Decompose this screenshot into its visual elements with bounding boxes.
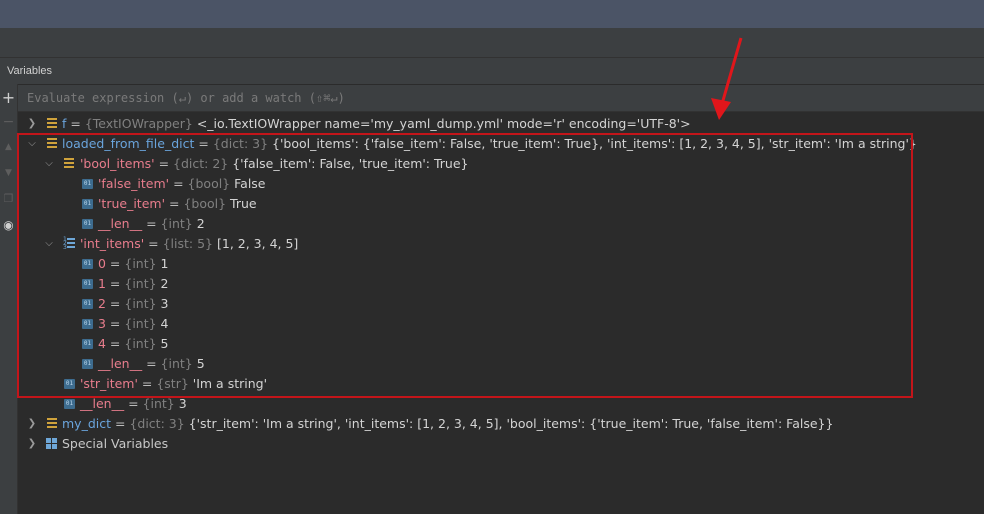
annotation-arrow-icon <box>711 37 743 120</box>
object-icon <box>47 118 57 129</box>
var-type: {dict: 3} <box>129 416 185 431</box>
var-type: {int} <box>142 396 175 411</box>
var-name: my_dict <box>62 416 112 431</box>
eye-icon[interactable]: ◉ <box>0 218 17 232</box>
special-variables-icon <box>46 438 57 449</box>
tree-row-special-variables[interactable]: ❯ Special Variables <box>18 434 978 454</box>
var-value: 3 <box>174 396 187 411</box>
debug-toolbar <box>0 29 984 58</box>
dict-icon <box>47 418 57 429</box>
copy-icon[interactable]: ❐ <box>0 192 17 205</box>
evaluate-placeholder: Evaluate expression (↵) or add a watch (… <box>27 91 345 105</box>
highlight-annotation-box <box>17 133 913 398</box>
down-icon[interactable]: ▼ <box>0 168 17 178</box>
var-name: Special Variables <box>62 436 169 451</box>
title-bar <box>0 0 984 29</box>
chevron-right-icon[interactable]: ❯ <box>26 114 38 134</box>
var-value: {'str_item': 'Im a string', 'int_items':… <box>184 416 834 431</box>
chevron-right-icon[interactable]: ❯ <box>26 434 38 454</box>
var-type: {TextIOWrapper} <box>84 116 193 131</box>
tree-row-my-dict[interactable]: ❯ my_dict = {dict: 3} {'str_item': 'Im a… <box>18 414 978 434</box>
variables-title: Variables <box>7 65 53 77</box>
tree-row-f[interactable]: ❯ f = {TextIOWrapper} <_io.TextIOWrapper… <box>18 114 978 134</box>
variables-gutter: + − ▲ ▼ ❐ ◉ <box>0 84 18 514</box>
minus-icon[interactable]: − <box>0 114 17 130</box>
var-name: __len__ <box>80 396 125 411</box>
primitive-icon: 01 <box>64 399 75 409</box>
chevron-right-icon[interactable]: ❯ <box>26 414 38 434</box>
plus-icon[interactable]: + <box>0 88 17 107</box>
evaluate-expression-field[interactable]: Evaluate expression (↵) or add a watch (… <box>18 85 984 112</box>
variables-header: Variables <box>0 58 984 84</box>
up-icon[interactable]: ▲ <box>0 142 17 152</box>
var-value: <_io.TextIOWrapper name='my_yaml_dump.ym… <box>192 116 691 131</box>
